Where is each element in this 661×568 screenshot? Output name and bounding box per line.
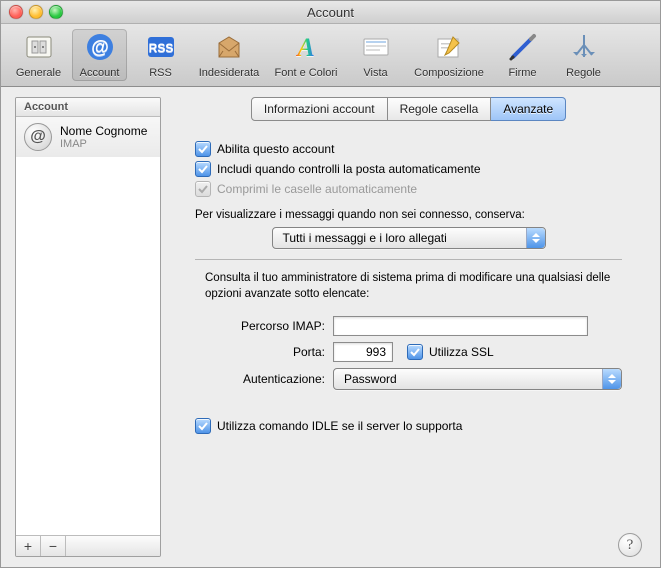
include-autocheck-checkbox[interactable]: Includi quando controlli la posta automa… bbox=[195, 161, 622, 177]
use-idle-checkbox[interactable]: Utilizza comando IDLE se il server lo su… bbox=[195, 418, 622, 434]
port-input[interactable] bbox=[333, 342, 393, 362]
checkbox-checked-icon bbox=[195, 141, 211, 157]
toolbar-item-composing[interactable]: Composizione bbox=[409, 29, 489, 81]
toolbar-label: Composizione bbox=[414, 67, 484, 79]
remove-account-button[interactable]: − bbox=[41, 536, 66, 556]
svg-text:RSS: RSS bbox=[148, 41, 173, 55]
titlebar: Account bbox=[1, 1, 660, 24]
svg-text:A: A bbox=[295, 33, 314, 62]
toolbar: Generale @ Account RSS RSS Indesiderata bbox=[1, 24, 660, 87]
toolbar-label: Font e Colori bbox=[275, 67, 338, 79]
toolbar-label: Vista bbox=[363, 67, 387, 79]
window-title: Account bbox=[1, 5, 660, 20]
enable-account-checkbox[interactable]: Abilita questo account bbox=[195, 141, 622, 157]
toolbar-label: Indesiderata bbox=[199, 67, 260, 79]
divider bbox=[195, 259, 622, 260]
toolbar-item-viewing[interactable]: Vista bbox=[348, 29, 403, 81]
offline-keep-select[interactable]: Tutti i messaggi e i loro allegati bbox=[272, 227, 546, 249]
imap-path-input[interactable] bbox=[333, 316, 588, 336]
toolbar-item-rss[interactable]: RSS RSS bbox=[133, 29, 188, 81]
content-pane: Informazioni account Regole casella Avan… bbox=[171, 97, 646, 557]
rules-icon bbox=[568, 31, 600, 63]
preferences-window: Account Generale @ Account RSS RSS In bbox=[0, 0, 661, 568]
checkbox-disabled-icon bbox=[195, 181, 211, 197]
help-button[interactable]: ? bbox=[618, 533, 642, 557]
tabs: Informazioni account Regole casella Avan… bbox=[171, 97, 646, 121]
signature-icon bbox=[507, 31, 539, 63]
viewing-icon bbox=[360, 31, 392, 63]
auth-label: Autenticazione: bbox=[195, 372, 325, 386]
tab-advanced[interactable]: Avanzate bbox=[491, 97, 566, 121]
toolbar-item-account[interactable]: @ Account bbox=[72, 29, 127, 81]
junk-icon bbox=[213, 31, 245, 63]
tab-account-info[interactable]: Informazioni account bbox=[251, 97, 388, 121]
account-name: Nome Cognome bbox=[60, 124, 147, 138]
imap-path-label: Percorso IMAP: bbox=[195, 319, 325, 333]
switch-icon bbox=[23, 31, 55, 63]
toolbar-item-signatures[interactable]: Firme bbox=[495, 29, 550, 81]
account-type: IMAP bbox=[60, 138, 147, 150]
sidebar-buttons: + − bbox=[16, 535, 160, 556]
account-row[interactable]: @ Nome Cognome IMAP bbox=[16, 117, 160, 157]
admin-note: Consulta il tuo amministratore di sistem… bbox=[205, 270, 612, 302]
select-arrows-icon bbox=[602, 369, 621, 389]
rss-icon: RSS bbox=[145, 31, 177, 63]
advanced-form: Abilita questo account Includi quando co… bbox=[171, 131, 646, 434]
account-info: Nome Cognome IMAP bbox=[60, 124, 147, 150]
at-circle-icon: @ bbox=[24, 123, 52, 151]
accounts-sidebar: Account @ Nome Cognome IMAP + − bbox=[15, 97, 161, 557]
accounts-list[interactable]: @ Nome Cognome IMAP bbox=[16, 117, 160, 535]
select-arrows-icon bbox=[526, 228, 545, 248]
fonts-icon: A bbox=[290, 31, 322, 63]
tab-mailbox-behaviors[interactable]: Regole casella bbox=[388, 97, 492, 121]
toolbar-item-rules[interactable]: Regole bbox=[556, 29, 611, 81]
use-ssl-checkbox[interactable]: Utilizza SSL bbox=[407, 344, 494, 360]
add-account-button[interactable]: + bbox=[16, 536, 41, 556]
sidebar-header: Account bbox=[16, 98, 160, 117]
auth-select[interactable]: Password bbox=[333, 368, 622, 390]
toolbar-item-general[interactable]: Generale bbox=[11, 29, 66, 81]
toolbar-label: RSS bbox=[149, 67, 172, 79]
toolbar-item-junk[interactable]: Indesiderata bbox=[194, 29, 264, 81]
checkbox-checked-icon bbox=[195, 161, 211, 177]
at-icon: @ bbox=[84, 31, 116, 63]
toolbar-label: Generale bbox=[16, 67, 61, 79]
checkbox-checked-icon bbox=[195, 418, 211, 434]
toolbar-item-fonts[interactable]: A Font e Colori bbox=[270, 29, 342, 81]
compact-mailboxes-checkbox: Comprimi le caselle automaticamente bbox=[195, 181, 622, 197]
toolbar-label: Account bbox=[80, 67, 120, 79]
svg-text:@: @ bbox=[91, 37, 109, 57]
compose-icon bbox=[433, 31, 465, 63]
port-label: Porta: bbox=[195, 345, 325, 359]
checkbox-checked-icon bbox=[407, 344, 423, 360]
body-area: Account @ Nome Cognome IMAP + − Informaz… bbox=[1, 87, 660, 567]
toolbar-label: Regole bbox=[566, 67, 601, 79]
offline-note: Per visualizzare i messaggi quando non s… bbox=[195, 209, 622, 221]
toolbar-label: Firme bbox=[508, 67, 536, 79]
